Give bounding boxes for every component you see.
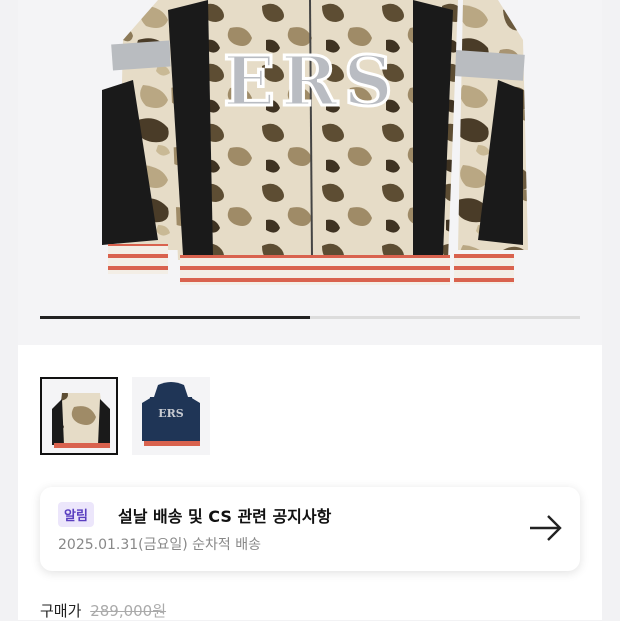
price-row: 구매가 289,000원 (40, 600, 166, 621)
thumbnail-navy-image: ERS (132, 377, 210, 455)
gallery-progress-bar[interactable] (40, 316, 580, 319)
notice-card[interactable]: 알림 설날 배송 및 CS 관련 공지사항 2025.01.31(금요일) 순차… (40, 487, 580, 571)
thumbnail-camo[interactable] (40, 377, 118, 455)
notice-title: 설날 배송 및 CS 관련 공지사항 (118, 507, 332, 526)
product-page: ERS ERS 알림 설날 배송 및 CS 관련 공지사항 2025.01.31… (18, 0, 602, 620)
gallery-progress-fill (40, 316, 310, 319)
jacket-letters: ERS (223, 42, 398, 122)
arrow-right-icon[interactable] (526, 511, 566, 545)
jacket-image: ERS (102, 0, 528, 285)
notice-subtitle: 2025.01.31(금요일) 순차적 배송 (58, 537, 262, 553)
thumbnail-camo-image (42, 379, 116, 453)
product-image-gallery[interactable]: ERS (18, 0, 602, 345)
svg-text:ERS: ERS (158, 407, 184, 420)
price-label: 구매가 (40, 602, 82, 620)
thumbnail-navy[interactable]: ERS (132, 377, 210, 455)
notice-badge: 알림 (58, 502, 94, 527)
price-original: 289,000원 (90, 602, 167, 620)
